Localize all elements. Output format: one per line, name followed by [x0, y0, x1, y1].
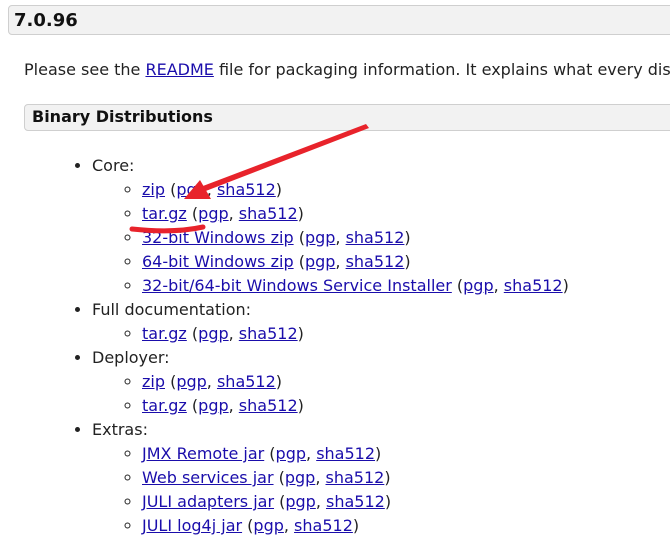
web-services-jar-link[interactable]: Web services jar: [142, 468, 274, 487]
download-item: zip (pgp, sha512): [142, 370, 569, 394]
core-zip-link[interactable]: zip: [142, 180, 165, 199]
download-item: JMX Remote jar (pgp, sha512): [142, 442, 569, 466]
sha512-link[interactable]: sha512: [217, 180, 276, 199]
sha512-link[interactable]: sha512: [294, 516, 353, 535]
fulldoc-downloads: tar.gz (pgp, sha512): [92, 322, 569, 346]
distribution-list: Core: zip (pgp, sha512) tar.gz (pgp, sha…: [62, 154, 569, 538]
pgp-link[interactable]: pgp: [198, 324, 228, 343]
pgp-link[interactable]: pgp: [305, 228, 335, 247]
core-win32-zip-link[interactable]: 32-bit Windows zip: [142, 228, 294, 247]
download-item: Web services jar (pgp, sha512): [142, 466, 569, 490]
juli-adapters-jar-link[interactable]: JULI adapters jar: [142, 492, 274, 511]
pgp-link[interactable]: pgp: [285, 492, 315, 511]
version-title: 7.0.96: [14, 10, 78, 31]
download-item: JULI adapters jar (pgp, sha512): [142, 490, 569, 514]
group-label-deployer: Deployer:: [92, 348, 170, 367]
intro-paragraph: Please see the README file for packaging…: [24, 60, 670, 79]
group-core: Core: zip (pgp, sha512) tar.gz (pgp, sha…: [92, 154, 569, 298]
pgp-link[interactable]: pgp: [176, 180, 206, 199]
fulldoc-targz-link[interactable]: tar.gz: [142, 324, 187, 343]
sha512-link[interactable]: sha512: [239, 396, 298, 415]
download-item: 64-bit Windows zip (pgp, sha512): [142, 250, 569, 274]
sha512-link[interactable]: sha512: [504, 276, 563, 295]
sha512-link[interactable]: sha512: [316, 444, 375, 463]
juli-log4j-jar-link[interactable]: JULI log4j jar: [142, 516, 242, 535]
core-downloads: zip (pgp, sha512) tar.gz (pgp, sha512) 3…: [92, 178, 569, 298]
version-header-bar: [8, 5, 670, 35]
group-deployer: Deployer: zip (pgp, sha512) tar.gz (pgp,…: [92, 346, 569, 418]
pgp-link[interactable]: pgp: [198, 396, 228, 415]
core-targz-link[interactable]: tar.gz: [142, 204, 187, 223]
sha512-link[interactable]: sha512: [239, 324, 298, 343]
pgp-link[interactable]: pgp: [285, 468, 315, 487]
pgp-link[interactable]: pgp: [198, 204, 228, 223]
intro-text-after: file for packaging information. It expla…: [213, 60, 670, 79]
pgp-link[interactable]: pgp: [176, 372, 206, 391]
group-label-full-documentation: Full documentation:: [92, 300, 252, 319]
sha512-link[interactable]: sha512: [217, 372, 276, 391]
download-item: 32-bit Windows zip (pgp, sha512): [142, 226, 569, 250]
intro-text-before: Please see the: [24, 60, 146, 79]
sha512-link[interactable]: sha512: [326, 468, 385, 487]
pgp-link[interactable]: pgp: [276, 444, 306, 463]
download-item: tar.gz (pgp, sha512): [142, 322, 569, 346]
download-item: tar.gz (pgp, sha512): [142, 202, 569, 226]
sha512-link[interactable]: sha512: [326, 492, 385, 511]
group-label-core: Core:: [92, 156, 135, 175]
jmx-remote-jar-link[interactable]: JMX Remote jar: [142, 444, 264, 463]
group-label-extras: Extras:: [92, 420, 148, 439]
group-extras: Extras: JMX Remote jar (pgp, sha512) Web…: [92, 418, 569, 538]
download-item: JULI log4j jar (pgp, sha512): [142, 514, 569, 538]
pgp-link[interactable]: pgp: [305, 252, 335, 271]
sha512-link[interactable]: sha512: [346, 228, 405, 247]
download-item: 32-bit/64-bit Windows Service Installer …: [142, 274, 569, 298]
deployer-downloads: zip (pgp, sha512) tar.gz (pgp, sha512): [92, 370, 569, 418]
deployer-zip-link[interactable]: zip: [142, 372, 165, 391]
section-title: Binary Distributions: [32, 107, 213, 126]
group-full-documentation: Full documentation: tar.gz (pgp, sha512): [92, 298, 569, 346]
download-item: tar.gz (pgp, sha512): [142, 394, 569, 418]
sha512-link[interactable]: sha512: [239, 204, 298, 223]
deployer-targz-link[interactable]: tar.gz: [142, 396, 187, 415]
download-item: zip (pgp, sha512): [142, 178, 569, 202]
core-win64-zip-link[interactable]: 64-bit Windows zip: [142, 252, 294, 271]
pgp-link[interactable]: pgp: [463, 276, 493, 295]
pgp-link[interactable]: pgp: [253, 516, 283, 535]
extras-downloads: JMX Remote jar (pgp, sha512) Web service…: [92, 442, 569, 538]
readme-link[interactable]: README: [145, 60, 213, 79]
sha512-link[interactable]: sha512: [346, 252, 405, 271]
core-service-installer-link[interactable]: 32-bit/64-bit Windows Service Installer: [142, 276, 452, 295]
